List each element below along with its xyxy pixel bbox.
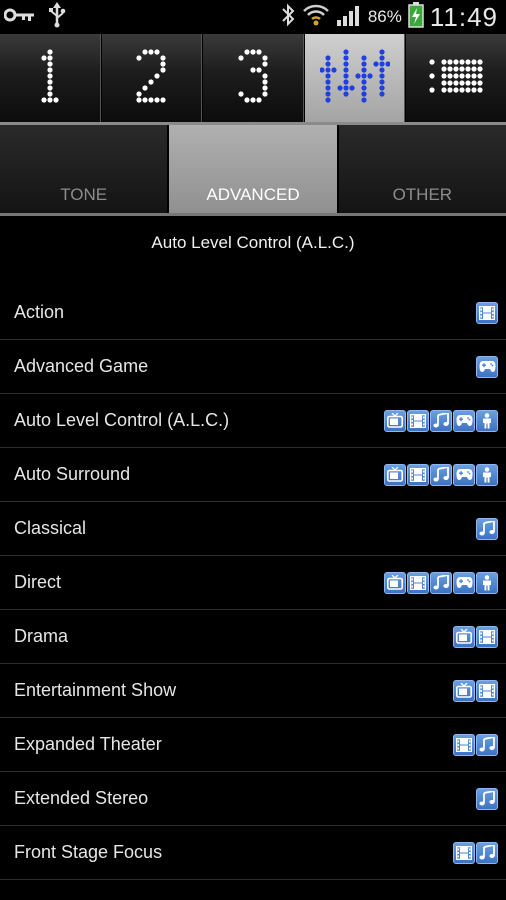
tab-other[interactable]: OTHER — [338, 125, 506, 213]
mode-source-icons — [384, 409, 498, 432]
tv-icon — [453, 625, 475, 648]
mode-label: Action — [14, 302, 65, 322]
current-mode-title: Auto Level Control (A.L.C.) — [151, 233, 355, 252]
music-icon — [476, 517, 498, 540]
tv-icon — [384, 409, 406, 432]
tv-icon — [453, 679, 475, 702]
mode-label: Expanded Theater — [14, 734, 162, 754]
list-item[interactable]: Auto Surround — [0, 448, 506, 502]
mode-label: Entertainment Show — [14, 680, 177, 700]
list-item[interactable]: Front Stage Focus — [0, 826, 506, 880]
mode-source-icons — [476, 301, 498, 324]
mode-label: Front Stage Focus — [14, 842, 163, 862]
tab-1[interactable] — [0, 34, 101, 122]
list-item[interactable]: Drama — [0, 610, 506, 664]
list-item[interactable]: Extended Stereo — [0, 772, 506, 826]
mode-label: Advanced Game — [14, 356, 149, 376]
mode-list: Action Advanced Game Auto Level Control (A… — [0, 286, 506, 880]
music-icon — [430, 409, 452, 432]
dot-matrix-1-icon — [30, 48, 70, 109]
tab-tone[interactable]: TONE — [0, 125, 170, 213]
mode-source-icons — [476, 787, 498, 810]
movie-icon — [476, 625, 498, 648]
movie-icon — [407, 409, 429, 432]
person-icon — [476, 463, 498, 486]
person-icon — [476, 571, 498, 594]
list-item[interactable]: Auto Level Control (A.L.C.) — [0, 394, 506, 448]
mode-source-icons — [476, 355, 498, 378]
mode-label: Classical — [14, 518, 87, 538]
tv-icon — [384, 571, 406, 594]
battery-percent: 86% — [367, 7, 402, 26]
music-icon — [430, 463, 452, 486]
list-item[interactable]: Advanced Game — [0, 340, 506, 394]
usb-icon — [48, 1, 66, 33]
mode-source-icons — [384, 571, 498, 594]
clock: 11:49 — [429, 1, 498, 32]
music-icon — [430, 571, 452, 594]
mode-source-icons — [476, 517, 498, 540]
equalizer-sliders-icon — [318, 44, 391, 113]
tab-3[interactable] — [203, 34, 304, 122]
mode-source-icons — [453, 733, 498, 756]
list-menu-icon — [428, 56, 484, 101]
movie-icon — [453, 841, 475, 864]
mode-source-icons — [453, 841, 498, 864]
battery-charging-icon — [408, 1, 424, 33]
music-icon — [476, 841, 498, 864]
mode-label: Extended Stereo — [14, 788, 149, 808]
movie-icon — [407, 571, 429, 594]
tab-advanced[interactable]: ADVANCED — [169, 125, 339, 213]
tab-equalizer[interactable] — [304, 34, 406, 122]
movie-icon — [476, 301, 498, 324]
list-item[interactable]: Direct — [0, 556, 506, 610]
game-icon — [453, 409, 475, 432]
signal-icon — [336, 4, 362, 31]
dot-matrix-3-icon — [231, 48, 275, 109]
tab-list[interactable] — [406, 34, 506, 122]
wifi-icon — [302, 3, 330, 32]
list-item[interactable]: Expanded Theater — [0, 718, 506, 772]
game-icon — [453, 571, 475, 594]
bluetooth-icon — [280, 3, 296, 32]
mode-label: Drama — [14, 626, 69, 646]
game-icon — [476, 355, 498, 378]
sub-tab-strip: TONE ADVANCED OTHER — [0, 125, 506, 216]
mode-label: Auto Surround — [14, 464, 131, 484]
list-item[interactable]: Entertainment Show — [0, 664, 506, 718]
tab-2[interactable] — [101, 34, 203, 122]
mode-label: Auto Level Control (A.L.C.) — [14, 410, 230, 430]
music-icon — [476, 733, 498, 756]
movie-icon — [453, 733, 475, 756]
list-item[interactable]: Classical — [0, 502, 506, 556]
dot-matrix-2-icon — [129, 48, 173, 109]
mode-source-icons — [453, 679, 498, 702]
mode-source-icons — [453, 625, 498, 648]
music-icon — [476, 787, 498, 810]
tv-icon — [384, 463, 406, 486]
game-icon — [453, 463, 475, 486]
list-item[interactable]: Action — [0, 286, 506, 340]
person-icon — [476, 409, 498, 432]
status-bar: 86% 11:49 — [0, 0, 506, 34]
key-icon — [3, 7, 36, 28]
top-tab-strip — [0, 34, 506, 125]
mode-label: Direct — [14, 572, 62, 592]
mode-source-icons — [384, 463, 498, 486]
movie-icon — [476, 679, 498, 702]
movie-icon — [407, 463, 429, 486]
